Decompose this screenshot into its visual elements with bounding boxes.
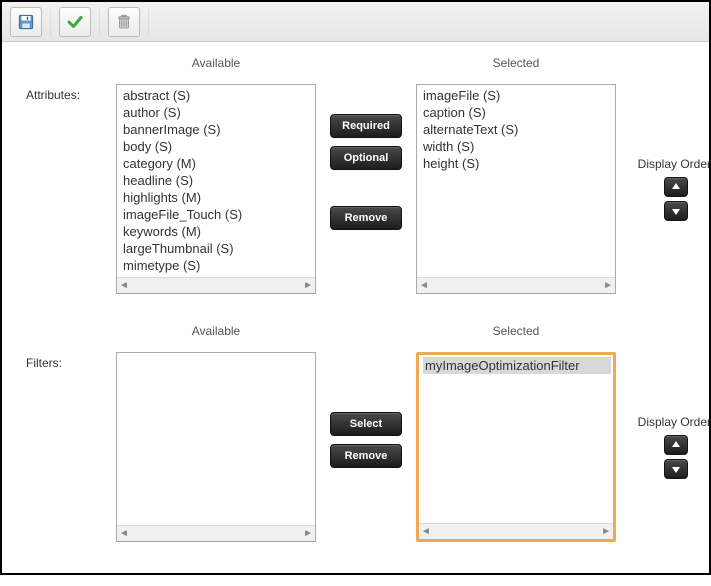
display-order-label: Display Order: <box>638 157 711 171</box>
list-item[interactable]: highlights (M) <box>121 189 313 206</box>
scroll-right-icon: ► <box>303 528 313 539</box>
attributes-action-buttons: Required Optional Remove <box>326 84 406 294</box>
filters-available-header: Available <box>116 324 316 338</box>
save-button[interactable] <box>10 7 42 37</box>
attributes-label: Attributes: <box>26 84 106 294</box>
save-icon <box>17 13 35 31</box>
select-filter-button[interactable]: Select <box>330 412 402 436</box>
attributes-available-listbox[interactable]: abstract (S)author (S)bannerImage (S)bod… <box>116 84 316 294</box>
h-scrollbar[interactable]: ◄ ► <box>419 523 613 539</box>
toolbar-separator <box>148 8 149 36</box>
remove-attribute-button[interactable]: Remove <box>330 206 402 230</box>
list-item[interactable]: headline (S) <box>121 172 313 189</box>
display-order-label: Display Order: <box>638 415 711 429</box>
list-item[interactable]: width (S) <box>421 138 613 155</box>
scroll-right-icon: ► <box>303 280 313 291</box>
attributes-selected-listbox[interactable]: imageFile (S)caption (S)alternateText (S… <box>416 84 616 294</box>
list-item[interactable]: mimetype (S) <box>121 257 313 274</box>
h-scrollbar[interactable]: ◄ ► <box>117 277 315 293</box>
list-item[interactable]: bannerImage (S) <box>121 121 313 138</box>
delete-button[interactable] <box>108 7 140 37</box>
list-item[interactable]: height (S) <box>421 155 613 172</box>
list-item[interactable]: alternateText (S) <box>421 121 613 138</box>
list-item[interactable]: category (M) <box>121 155 313 172</box>
required-button[interactable]: Required <box>330 114 402 138</box>
toolbar-separator <box>50 8 51 36</box>
filters-move-up-button[interactable] <box>664 435 688 455</box>
arrow-up-icon <box>671 182 681 192</box>
remove-filter-button[interactable]: Remove <box>330 444 402 468</box>
list-item[interactable]: keywords (M) <box>121 223 313 240</box>
attributes-move-down-button[interactable] <box>664 201 688 221</box>
optional-button[interactable]: Optional <box>330 146 402 170</box>
attributes-order-controls: Display Order: <box>626 84 711 294</box>
attributes-selected-header: Selected <box>416 56 616 70</box>
list-item[interactable]: author (S) <box>121 104 313 121</box>
list-item[interactable]: imageFile_Touch (S) <box>121 206 313 223</box>
scroll-right-icon: ► <box>601 526 611 537</box>
trash-icon <box>115 13 133 31</box>
list-item[interactable]: body (S) <box>121 138 313 155</box>
filters-move-down-button[interactable] <box>664 459 688 479</box>
list-item[interactable]: abstract (S) <box>121 87 313 104</box>
attributes-section: Available Selected Attributes: abstract … <box>26 56 685 294</box>
filters-label: Filters: <box>26 352 106 542</box>
filters-selected-listbox[interactable]: myImageOptimizationFilter ◄ ► <box>416 352 616 542</box>
list-item[interactable]: myImageOptimizationFilter <box>423 357 611 374</box>
scroll-right-icon: ► <box>603 280 613 291</box>
toolbar-separator <box>99 8 100 36</box>
filters-available-listbox[interactable]: ◄ ► <box>116 352 316 542</box>
arrow-up-icon <box>671 440 681 450</box>
filters-order-controls: Display Order: <box>626 352 711 542</box>
filters-selected-header: Selected <box>416 324 616 338</box>
check-icon <box>66 13 84 31</box>
h-scrollbar[interactable]: ◄ ► <box>117 525 315 541</box>
list-item[interactable]: imageFile (S) <box>421 87 613 104</box>
attributes-available-header: Available <box>116 56 316 70</box>
filters-section: Available Selected Filters: ◄ ► Select R… <box>26 324 685 542</box>
scroll-left-icon: ◄ <box>419 280 429 291</box>
confirm-button[interactable] <box>59 7 91 37</box>
toolbar <box>2 2 709 42</box>
list-item[interactable]: caption (S) <box>421 104 613 121</box>
scroll-left-icon: ◄ <box>421 526 431 537</box>
list-item[interactable]: largeThumbnail (S) <box>121 240 313 257</box>
arrow-down-icon <box>671 464 681 474</box>
attributes-move-up-button[interactable] <box>664 177 688 197</box>
scroll-left-icon: ◄ <box>119 280 129 291</box>
arrow-down-icon <box>671 206 681 216</box>
filters-action-buttons: Select Remove <box>326 352 406 542</box>
h-scrollbar[interactable]: ◄ ► <box>417 277 615 293</box>
scroll-left-icon: ◄ <box>119 528 129 539</box>
